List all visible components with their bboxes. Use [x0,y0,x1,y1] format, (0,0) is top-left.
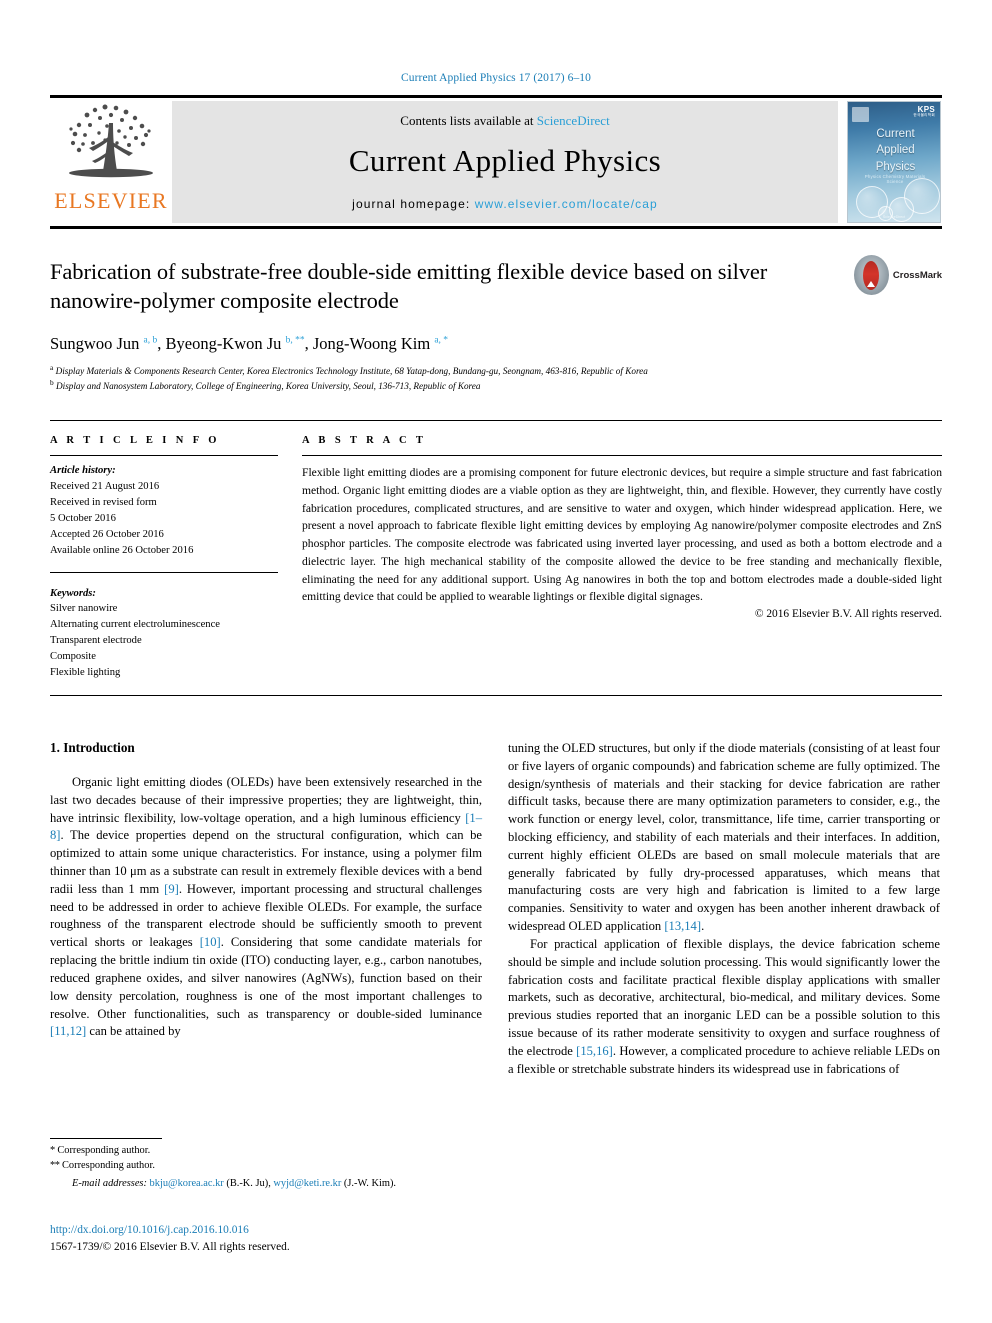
footnote-text: Corresponding author. [57,1145,151,1156]
cover-image: KPS 한국물리학회 Current Applied Physics Physi… [847,101,941,223]
history-item: Available online 26 October 2016 [50,544,194,556]
paragraph: Organic light emitting diodes (OLEDs) ha… [50,774,482,1041]
email-2-owner: (J.-W. Kim). [343,1177,397,1189]
sciencedirect-link[interactable]: ScienceDirect [537,113,610,128]
citation-ref[interactable]: [10] [200,935,221,949]
elsevier-tree-icon [69,104,153,178]
cover-bubble [904,178,940,214]
homepage-link[interactable]: www.elsevier.com/locate/cap [475,197,658,211]
keywords-block: Keywords: Silver nanowire Alternating cu… [50,571,278,681]
citation-ref[interactable]: [15,16] [576,1044,613,1058]
affiliation-b-text: Display and Nanosystem Laboratory, Colle… [56,381,481,392]
contents-available-line: Contents lists available at ScienceDirec… [400,113,609,129]
history-item: Accepted 26 October 2016 [50,528,164,540]
crossmark-label: CrossMark [892,269,942,281]
abstract-column: A B S T R A C T Flexible light emitting … [302,421,942,681]
author-list: Sungwoo Jun a, b, Byeong-Kwon Ju b, **, … [50,334,449,353]
crossmark-badge[interactable]: CrossMark [853,255,942,295]
kps-subtext: 한국물리학회 [913,113,935,118]
keyword-item: Alternating current electroluminescence [50,619,221,631]
article-info-column: A R T I C L E I N F O Article history: R… [50,421,278,681]
journal-cover-thumbnail: KPS 한국물리학회 Current Applied Physics Physi… [838,98,942,226]
publisher-logo: ELSEVIER [50,98,172,226]
info-abstract-bottom-rule [50,694,942,696]
keyword-item: Flexible lighting [50,667,121,679]
masthead-bottom-rule [50,226,942,229]
issn-copyright: 1567-1739/© 2016 Elsevier B.V. All right… [50,1240,290,1253]
para-text: . [701,919,705,934]
journal-title: Current Applied Physics [348,143,662,178]
affiliation-a: a Display Materials & Components Researc… [50,363,648,377]
para-text: tuning the OLED structures, but only if … [508,740,940,934]
cover-footer: ScienceDirect [882,215,906,219]
email-label: E-mail addresses: [72,1177,147,1189]
footnote-mark: ** [50,1159,60,1171]
corresponding-author-1: * Corresponding author. [50,1144,482,1159]
cover-title-line3: Physics [875,160,916,173]
corresponding-author-2: ** Corresponding author. [50,1159,482,1174]
footnote-rule [50,1138,162,1139]
email-link-2[interactable]: wyjd@keti.re.kr [273,1178,341,1189]
page-title: Fabrication of substrate-free double-sid… [50,259,768,314]
body-column-left: 1. Introduction Organic light emitting d… [50,740,482,1078]
affiliations: a Display Materials & Components Researc… [50,363,942,393]
doi-link[interactable]: http://dx.doi.org/10.1016/j.cap.2016.10.… [50,1222,510,1239]
citation-ref[interactable]: [11,12] [50,1024,86,1038]
cover-title: Current Applied Physics [857,126,934,175]
history-item: Received in revised form [50,497,157,509]
abstract-text: Flexible light emitting diodes are a pro… [302,466,942,604]
para-text: can be attained by [86,1024,181,1039]
paragraph: tuning the OLED structures, but only if … [508,740,940,936]
homepage-prefix: journal homepage: [352,197,475,211]
cover-title-line1: Current [876,128,915,140]
abstract-heading: A B S T R A C T [302,435,427,447]
footnotes: * Corresponding author. ** Corresponding… [50,1138,482,1192]
cover-title-line2: Applied [876,144,915,157]
article-info-heading: A R T I C L E I N F O [50,435,220,447]
running-head: Current Applied Physics 17 (2017) 6–10 [400,72,592,84]
info-abstract-region: A R T I C L E I N F O Article history: R… [50,420,942,681]
crossmark-icon [853,255,889,295]
paragraph: For practical application of flexible di… [508,936,940,1079]
contents-prefix: Contents lists available at [400,113,537,128]
body-column-right: tuning the OLED structures, but only if … [508,740,940,1078]
article-page: Current Applied Physics 17 (2017) 6–10 E… [0,0,992,1323]
masthead-center: Contents lists available at ScienceDirec… [172,101,838,223]
para-text: For practical application of flexible di… [508,936,940,1058]
doi-block: http://dx.doi.org/10.1016/j.cap.2016.10.… [50,1222,510,1255]
email-link-1[interactable]: bkju@korea.ac.kr [150,1178,224,1189]
citation-ref[interactable]: [9] [164,882,179,896]
email-1-owner: (B.-K. Ju), [226,1177,271,1189]
citation-ref[interactable]: [13,14] [664,919,701,933]
para-text: Organic light emitting diodes (OLEDs) ha… [50,774,482,825]
history-item: 5 October 2016 [50,512,116,524]
keyword-item: Silver nanowire [50,603,118,615]
email-addresses: E-mail addresses: bkju@korea.ac.kr (B.-K… [50,1177,482,1192]
affiliation-a-text: Display Materials & Components Research … [55,366,648,377]
section-title: Introduction [63,739,135,755]
body-columns: 1. Introduction Organic light emitting d… [50,740,942,1078]
footnote-mark: * [50,1145,55,1156]
article-history: Article history: Received 21 August 2016… [50,456,278,558]
title-block: Fabrication of substrate-free double-sid… [50,255,942,319]
history-item: Received 21 August 2016 [50,481,160,493]
article-history-label: Article history: [50,465,116,477]
keywords-label: Keywords: [50,587,96,599]
cover-elsevier-icon [852,107,869,122]
elsevier-wordmark: ELSEVIER [54,188,168,213]
journal-homepage-line: journal homepage: www.elsevier.com/locat… [352,197,658,211]
keyword-item: Transparent electrode [50,635,142,647]
cover-society-mark: KPS 한국물리학회 [913,105,935,118]
affiliation-b: b Display and Nanosystem Laboratory, Col… [50,378,481,392]
keyword-item: Composite [50,651,96,663]
section-heading: 1. Introduction [50,740,482,756]
footnote-text: Corresponding author. [62,1159,155,1171]
journal-masthead: ELSEVIER Contents lists available at Sci… [50,95,942,226]
section-number: 1. [50,739,60,755]
abstract-copyright: © 2016 Elsevier B.V. All rights reserved… [754,608,942,621]
